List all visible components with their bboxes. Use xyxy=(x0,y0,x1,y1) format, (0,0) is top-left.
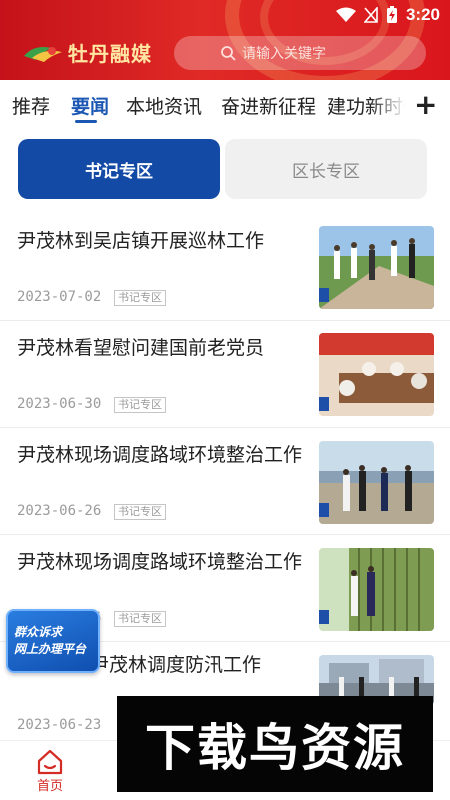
no-signal-icon xyxy=(363,7,378,23)
battery-icon xyxy=(386,6,397,23)
news-title: 尹茂林到吴店镇开展巡林工作 xyxy=(17,230,265,252)
tab-local-news[interactable]: 本地资讯 xyxy=(126,92,202,119)
news-tag: 书记专区 xyxy=(114,397,166,413)
nav-home[interactable]: 首页 xyxy=(22,749,78,794)
badge-line1: 群众诉求 xyxy=(14,625,63,639)
wifi-icon xyxy=(335,7,356,22)
news-item[interactable]: 尹茂林到吴店镇开展巡林工作 2023-07-02 书记专区 xyxy=(0,214,450,321)
search-placeholder: 请输入关键字 xyxy=(242,46,326,62)
news-tag: 书记专区 xyxy=(114,504,166,520)
peony-logo-icon xyxy=(24,46,62,62)
home-icon xyxy=(37,749,63,775)
tab-strip[interactable]: 推荐 要闻 本地资讯 奋进新征程 建功新时代 xyxy=(0,80,405,128)
app-logo: 牡丹融媒 xyxy=(22,38,152,67)
news-tag: 书记专区 xyxy=(114,290,166,306)
news-thumbnail xyxy=(319,548,434,631)
status-time: 3:20 xyxy=(405,5,440,24)
active-tab-indicator xyxy=(75,120,97,123)
status-bar: 3:20 xyxy=(335,4,440,26)
app-header: 3:20 牡丹融媒 请输入关键字 xyxy=(0,0,450,80)
segment-district-head[interactable]: 区长专区 xyxy=(225,139,427,199)
news-date: 2023-06-26 xyxy=(17,503,102,519)
news-title: 尹茂林现场调度路域环境整治工作 xyxy=(17,444,303,466)
tab-recommend[interactable]: 推荐 xyxy=(12,92,50,119)
news-title: 尹茂林看望慰问建国前老党员 xyxy=(17,337,265,359)
news-tag: 书记专区 xyxy=(114,611,166,627)
appeal-platform-badge[interactable]: 群众诉求 网上办理平台 xyxy=(6,609,100,673)
search-bar[interactable]: 请输入关键字 xyxy=(174,36,426,70)
news-date: 2023-07-02 xyxy=(17,289,102,305)
app-name: 牡丹融媒 xyxy=(68,42,152,66)
news-thumbnail xyxy=(319,441,434,524)
nav-home-label: 首页 xyxy=(36,779,63,794)
segment-secretary[interactable]: 书记专区 xyxy=(18,139,220,199)
tab-fade xyxy=(370,80,405,128)
tab-headlines[interactable]: 要闻 xyxy=(71,92,109,119)
news-thumbnail xyxy=(319,226,434,309)
watermark-overlay: 下载鸟资源 xyxy=(117,696,433,792)
badge-line2: 网上办理平台 xyxy=(14,642,87,656)
news-thumbnail xyxy=(319,333,434,416)
search-icon xyxy=(221,46,236,61)
add-channel-icon[interactable]: + xyxy=(414,88,437,121)
news-title: 尹茂林现场调度路域环境整治工作 xyxy=(17,551,303,573)
news-date: 2023-06-30 xyxy=(17,396,102,412)
tab-new-journey[interactable]: 奋进新征程 xyxy=(221,92,316,119)
news-item[interactable]: 尹茂林现场调度路域环境整治工作 2023-06-26 书记专区 xyxy=(0,428,450,535)
news-item[interactable]: 尹茂林看望慰问建国前老党员 2023-06-30 书记专区 xyxy=(0,321,450,428)
channel-tabs: 推荐 要闻 本地资讯 奋进新征程 建功新时代 + xyxy=(0,80,450,128)
news-date: 2023-06-23 xyxy=(17,717,102,733)
news-title: 尹茂林调度防汛工作 xyxy=(90,654,262,676)
